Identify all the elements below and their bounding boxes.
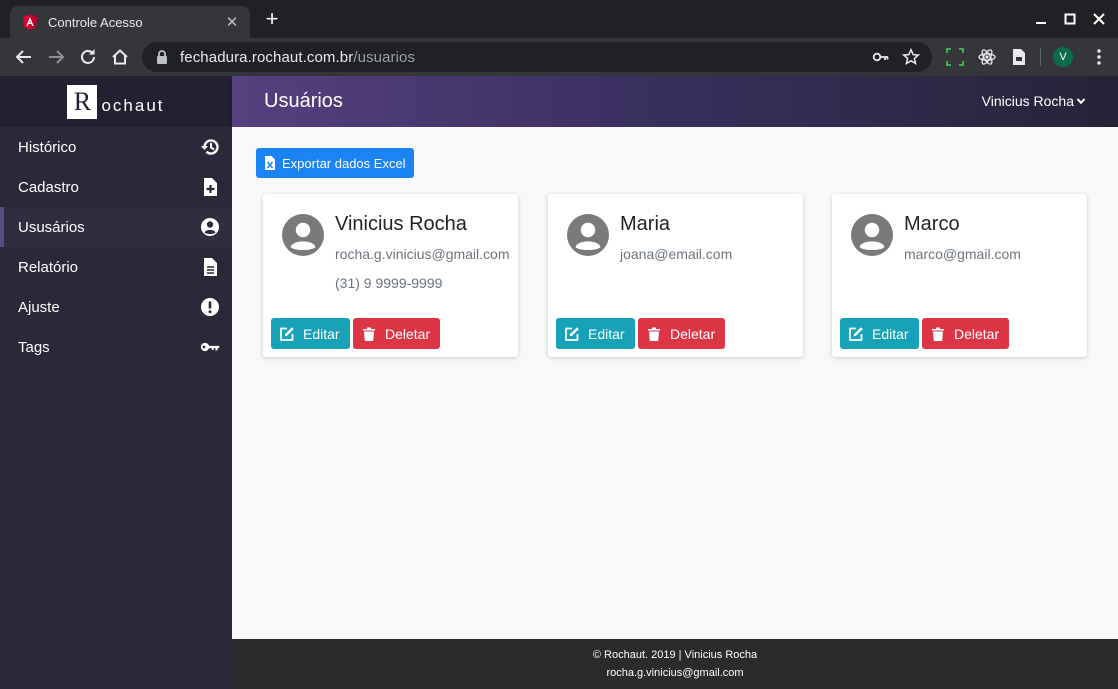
sidebar-item-tags[interactable]: Tags — [0, 327, 232, 367]
user-card: Maria joana@email.com Editar Deletar — [548, 194, 803, 357]
trash-icon — [363, 327, 375, 341]
footer-copyright: © Rochaut. 2019 | Vinicius Rocha — [592, 649, 758, 661]
tab-close-icon[interactable]: ✕ — [224, 13, 240, 31]
export-button-label: Exportar dados Excel — [282, 155, 406, 171]
user-email: marco@gmail.com — [904, 246, 1021, 262]
footer: © Rochaut. 2019 | Vinicius Rocha rocha.g… — [232, 639, 1118, 689]
edit-button-label: Editar — [303, 325, 340, 342]
sidebar-item-label: Histórico — [18, 138, 77, 156]
file-text-icon — [204, 258, 217, 276]
forward-arrow-icon[interactable] — [45, 46, 67, 68]
edit-icon — [565, 326, 579, 341]
edit-button[interactable]: Editar — [556, 318, 635, 349]
maximize-window-icon[interactable] — [1059, 8, 1081, 30]
edit-icon — [849, 326, 863, 341]
user-avatar-icon — [567, 214, 609, 256]
page-title: Usuários — [264, 90, 343, 112]
browser-toolbar: fechadura.rochaut.com.br/usuarios V — [0, 38, 1118, 76]
browser-tab[interactable]: Controle Acesso ✕ — [10, 6, 250, 38]
toolbar-divider — [1040, 48, 1041, 66]
edit-button[interactable]: Editar — [840, 318, 919, 349]
history-icon — [201, 139, 219, 155]
user-phone: (31) 9 9999-9999 — [335, 275, 443, 291]
angular-logo-icon — [23, 14, 37, 30]
logo-text: ochaut — [101, 95, 165, 115]
user-name: Maria — [620, 213, 671, 235]
bookmark-star-icon[interactable] — [902, 48, 920, 66]
file-plus-icon — [204, 178, 217, 196]
footer-email: rocha.g.vinicius@gmail.com — [606, 667, 744, 679]
sidebar-item-label: Ajuste — [18, 298, 60, 316]
export-excel-button[interactable]: Exportar dados Excel — [256, 148, 414, 178]
user-email: joana@email.com — [620, 246, 733, 262]
close-window-icon[interactable] — [1088, 8, 1110, 30]
delete-button[interactable]: Deletar — [353, 318, 441, 349]
trash-icon — [648, 327, 660, 341]
main-content: Exportar dados Excel Vinicius Rocha roch… — [232, 127, 1118, 639]
user-menu[interactable]: Vinicius Rocha — [982, 93, 1074, 109]
home-icon[interactable] — [109, 46, 131, 68]
user-circle-icon — [201, 218, 219, 236]
reload-icon[interactable] — [77, 46, 99, 68]
delete-button-label: Deletar — [670, 325, 716, 342]
address-bar[interactable]: fechadura.rochaut.com.br/usuarios — [142, 42, 932, 72]
sidebar-item-label: Relatório — [18, 258, 79, 276]
user-name: Marco — [904, 213, 960, 235]
user-email: rocha.g.vinicius@gmail.com — [335, 246, 510, 262]
minimize-window-icon[interactable] — [1030, 8, 1052, 30]
exclamation-circle-icon — [201, 298, 219, 316]
edit-button[interactable]: Editar — [271, 318, 350, 349]
screenshot-extension-icon[interactable] — [945, 47, 965, 67]
sidebar-item-ajuste[interactable]: Ajuste — [0, 287, 232, 327]
edit-icon — [280, 326, 294, 341]
react-devtools-icon[interactable] — [977, 47, 997, 67]
user-card: Vinicius Rocha rocha.g.vinicius@gmail.co… — [263, 194, 518, 357]
back-arrow-icon[interactable] — [13, 46, 35, 68]
url-text: fechadura.rochaut.com.br/usuarios — [180, 48, 416, 66]
profile-avatar[interactable]: V — [1053, 47, 1073, 67]
new-tab-icon[interactable]: + — [262, 8, 282, 30]
brand-logo[interactable]: R ochaut — [0, 76, 232, 127]
delete-button[interactable]: Deletar — [638, 318, 726, 349]
user-avatar-icon — [282, 214, 324, 256]
sidebar-item-label: Tags — [18, 338, 50, 356]
user-name: Vinicius Rocha — [335, 213, 467, 235]
browser-tab-strip: Controle Acesso ✕ + — [0, 0, 1118, 38]
sidebar: R ochaut Histórico Cadastro Ususários Re… — [0, 76, 232, 689]
sidebar-item-label: Cadastro — [18, 178, 79, 196]
document-extension-icon[interactable] — [1009, 47, 1029, 67]
delete-button-label: Deletar — [954, 325, 1000, 342]
chevron-down-icon[interactable] — [1076, 96, 1086, 106]
sidebar-item-usuarios[interactable]: Ususários — [0, 207, 232, 247]
trash-icon — [932, 327, 944, 341]
browser-menu-icon[interactable] — [1094, 47, 1104, 67]
sidebar-item-cadastro[interactable]: Cadastro — [0, 167, 232, 207]
password-key-icon[interactable] — [872, 48, 890, 66]
file-excel-icon — [265, 156, 275, 170]
user-avatar-icon — [851, 214, 893, 256]
tab-title: Controle Acesso — [48, 14, 143, 30]
key-icon — [200, 342, 220, 352]
sidebar-item-relatorio[interactable]: Relatório — [0, 247, 232, 287]
user-card: Marco marco@gmail.com Editar Deletar — [832, 194, 1087, 357]
lock-icon[interactable] — [156, 50, 168, 64]
sidebar-item-label: Ususários — [18, 218, 85, 236]
edit-button-label: Editar — [872, 325, 909, 342]
sidebar-item-historico[interactable]: Histórico — [0, 127, 232, 167]
delete-button[interactable]: Deletar — [922, 318, 1010, 349]
logo-mark: R — [67, 84, 98, 119]
delete-button-label: Deletar — [385, 325, 431, 342]
app-header: Usuários Vinicius Rocha — [232, 76, 1118, 127]
edit-button-label: Editar — [588, 325, 625, 342]
